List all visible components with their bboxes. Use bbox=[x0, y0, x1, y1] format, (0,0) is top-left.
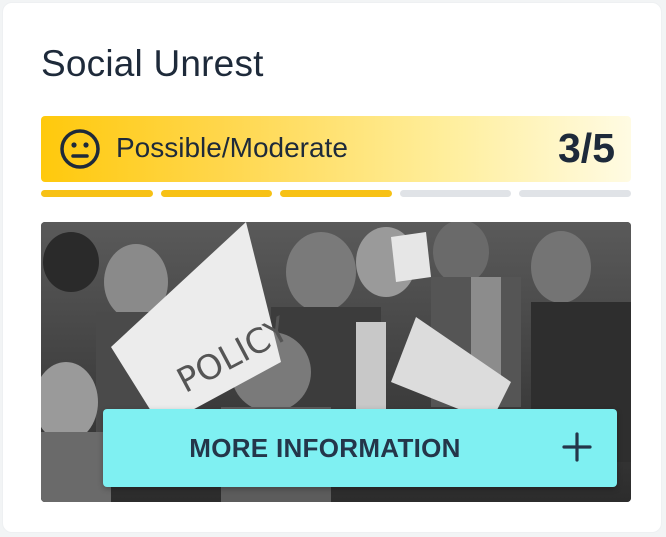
risk-meter-segment bbox=[160, 190, 273, 197]
social-unrest-card: Social Unrest Possible/Moderate 3/5 POLI… bbox=[2, 2, 662, 533]
risk-level-meter bbox=[41, 190, 631, 198]
card-title: Social Unrest bbox=[41, 43, 264, 84]
risk-meter-segment bbox=[399, 190, 512, 197]
risk-score: 3/5 bbox=[558, 125, 615, 171]
risk-meter-segment bbox=[519, 190, 631, 197]
neutral-face-icon bbox=[60, 129, 100, 169]
risk-meter-segment bbox=[280, 190, 392, 197]
more-information-label: MORE INFORMATION bbox=[189, 433, 461, 463]
risk-meter-segment bbox=[41, 190, 153, 197]
risk-level-label: Possible/Moderate bbox=[116, 132, 348, 163]
risk-level-banner: Possible/Moderate 3/5 bbox=[41, 116, 631, 182]
more-information-button[interactable]: MORE INFORMATION bbox=[103, 409, 617, 487]
plus-icon bbox=[562, 432, 592, 462]
